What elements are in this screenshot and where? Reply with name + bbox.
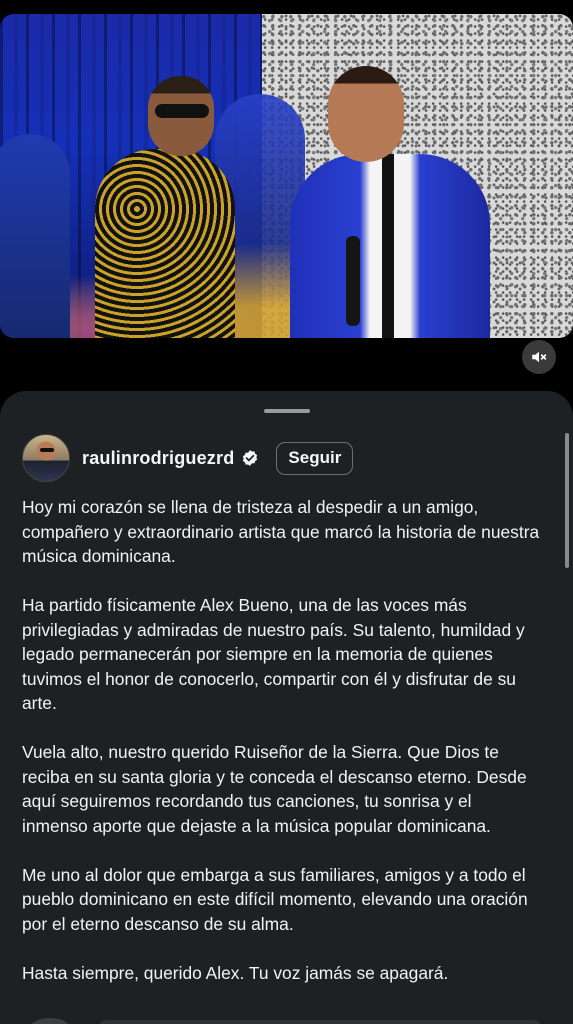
host-head <box>328 66 404 162</box>
avatar-sunglasses <box>40 448 54 452</box>
screen: raulinrodriguezrd Seguir Hoy mi corazón … <box>0 0 573 1024</box>
sheet-grabber-handle[interactable] <box>264 409 310 413</box>
post-media-video[interactable] <box>0 14 573 338</box>
verified-badge-icon <box>243 450 258 466</box>
caption-paragraph: Me uno al dolor que embarga a sus famili… <box>22 864 528 934</box>
username[interactable]: raulinrodriguezrd <box>82 448 234 469</box>
caption-text: Hoy mi corazón se llena de tristeza al d… <box>22 495 542 1010</box>
avatar[interactable] <box>22 434 70 482</box>
caption-sheet[interactable]: raulinrodriguezrd Seguir Hoy mi corazón … <box>0 391 573 1024</box>
host-figure <box>290 154 490 338</box>
singer-sunglasses <box>155 104 209 118</box>
sheet-scrollbar[interactable] <box>565 433 569 568</box>
caption-paragraph: Vuela alto, nuestro querido Ruiseñor de … <box>22 742 527 836</box>
caption-paragraph: Hoy mi corazón se llena de tristeza al d… <box>22 497 540 566</box>
singer-figure <box>95 149 235 338</box>
caption-paragraph: Hasta siempre, querido Alex. Tu voz jamá… <box>22 962 449 983</box>
follow-button[interactable]: Seguir <box>276 441 354 475</box>
speaker-muted-icon <box>532 351 547 363</box>
comment-input-peek[interactable] <box>100 1020 540 1024</box>
author-row: raulinrodriguezrd Seguir <box>22 434 354 482</box>
caption-paragraph: Ha partido físicamente Alex Bueno, una d… <box>22 595 525 713</box>
mute-toggle-button[interactable] <box>522 340 556 374</box>
host-microphone <box>346 236 360 326</box>
background-person <box>0 134 70 338</box>
